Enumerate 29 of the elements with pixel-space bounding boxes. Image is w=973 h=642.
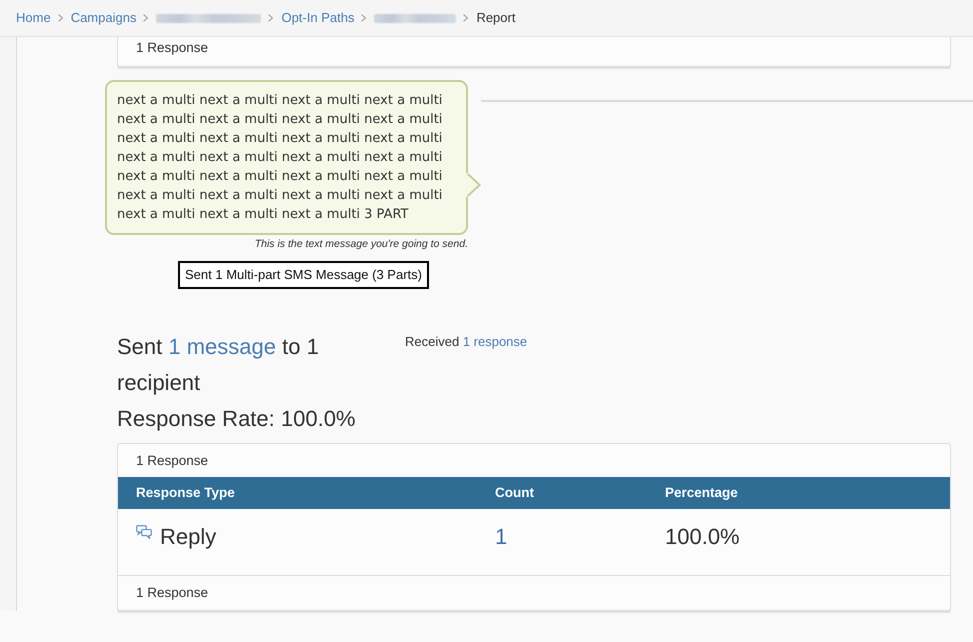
chevron-right-icon — [58, 14, 63, 22]
sms-status-label: Sent 1 Multi-part SMS Message (3 Parts) — [178, 261, 429, 289]
message-caption: This is the text message you're going to send. — [254, 237, 469, 251]
response-rate: Response Rate: 100.0% — [117, 405, 356, 433]
speech-bubbles-icon — [136, 525, 152, 539]
chevron-right-icon — [463, 14, 468, 22]
breadcrumb-current: Report — [476, 10, 516, 26]
chevron-right-icon — [143, 14, 148, 22]
message-link[interactable]: 1 message — [168, 334, 276, 359]
blurred-breadcrumb[interactable] — [156, 14, 262, 22]
breadcrumb-link[interactable]: Opt-In Paths — [281, 10, 354, 26]
column-header: Count — [494, 484, 535, 502]
count-link[interactable]: 1 — [495, 523, 508, 551]
column-header: Response Type — [135, 484, 236, 502]
response-count: 1 Response — [136, 40, 208, 55]
blurred-breadcrumb[interactable] — [374, 14, 456, 22]
chevron-right-icon — [268, 14, 274, 22]
response-link[interactable]: 1 response — [462, 334, 528, 349]
breadcrumb-link[interactable]: Home — [16, 10, 51, 26]
table-cell: Reply — [160, 523, 216, 551]
sent-summary: Sent 1 message to 1 recipient — [117, 333, 320, 397]
received-summary: Received 1 response — [405, 334, 528, 350]
message-text: next a multi next a multi next a multi next a multi next a multi next a multi next a multi next a multi next a multi next a multi next a multi next a multi next a multi next a multi next a multi next a multi next a multi next a multi next a multi next a multi next a multi next a multi next a multi next a multi next a multi next a multi next a multi 3 PART — [117, 92, 444, 224]
response-count: 1 Response — [136, 585, 208, 600]
table-cell: 100.0% — [665, 523, 740, 551]
column-header: Percentage — [664, 484, 739, 502]
chevron-right-icon — [361, 14, 366, 22]
breadcrumb-link[interactable]: Campaigns — [70, 10, 136, 26]
response-count: 1 Response — [136, 453, 208, 468]
